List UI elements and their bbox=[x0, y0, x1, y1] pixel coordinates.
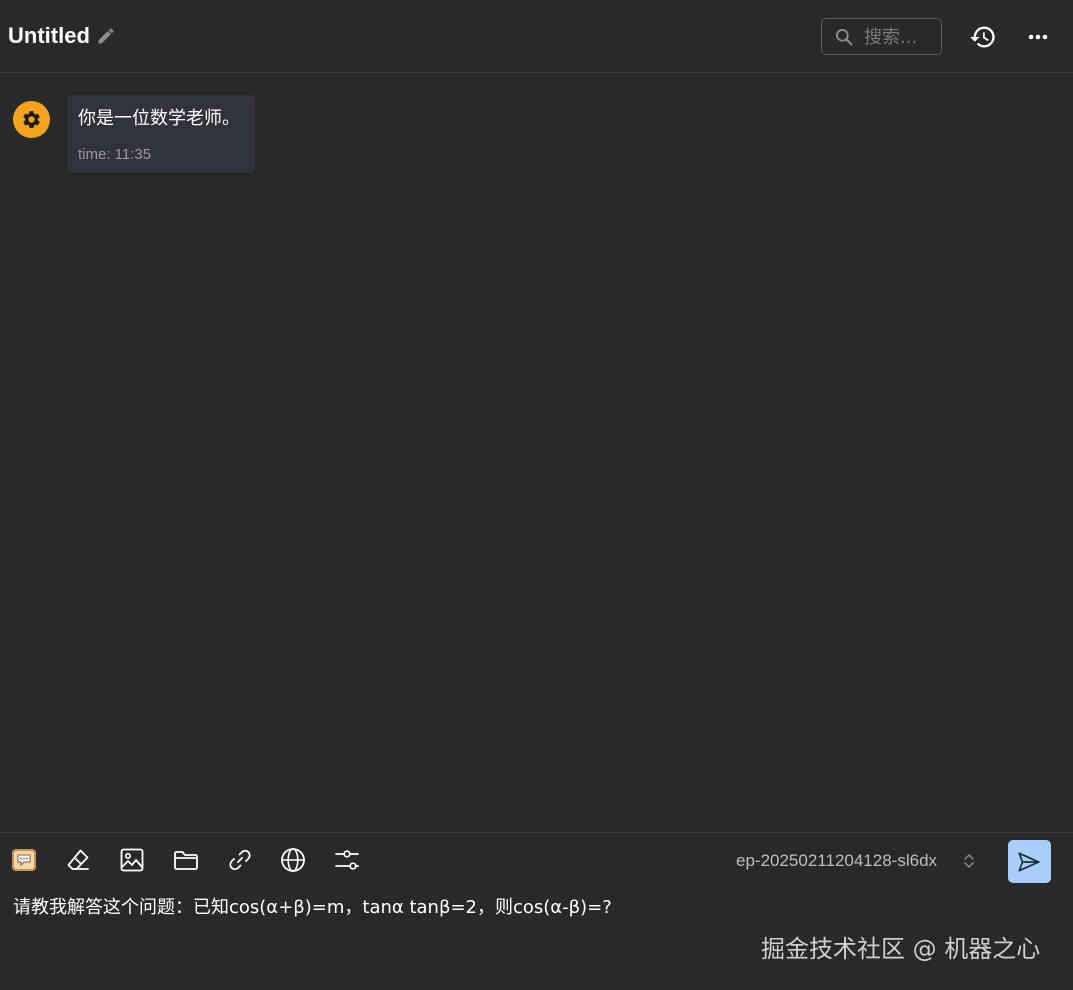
message-timestamp: time: 11:35 bbox=[78, 146, 152, 163]
chat-app: Untitled 你是一位数学老师。 time: 11:35 bbox=[0, 0, 1073, 990]
message-text: 你是一位数学老师。 bbox=[78, 108, 240, 129]
edit-title-icon[interactable] bbox=[96, 26, 116, 46]
message-bubble: 你是一位数学老师。 time: 11:35 bbox=[67, 95, 255, 173]
folder-icon[interactable] bbox=[172, 846, 200, 874]
search-icon bbox=[834, 27, 854, 47]
link-icon[interactable] bbox=[226, 846, 254, 874]
send-icon bbox=[1018, 852, 1040, 872]
eraser-icon[interactable] bbox=[64, 846, 92, 874]
chevron-updown-icon[interactable] bbox=[962, 851, 976, 871]
globe-icon[interactable] bbox=[279, 846, 307, 874]
send-button[interactable] bbox=[1008, 840, 1051, 883]
system-avatar bbox=[13, 101, 50, 138]
image-icon[interactable] bbox=[118, 846, 146, 874]
search-input[interactable] bbox=[864, 24, 938, 50]
gear-icon bbox=[23, 111, 40, 128]
message-input[interactable]: 请教我解答这个问题：已知cos(α+β)=m，tanα tanβ=2，则cos(… bbox=[13, 894, 1053, 922]
header-bar: Untitled bbox=[0, 0, 1073, 73]
settings-sliders-icon[interactable] bbox=[333, 846, 361, 874]
more-options-icon[interactable] bbox=[1024, 23, 1052, 51]
chat-icon[interactable] bbox=[10, 846, 38, 874]
page-title: Untitled bbox=[8, 23, 90, 48]
model-select[interactable]: ep-20250211204128-sl6dx bbox=[736, 850, 937, 872]
search-box[interactable] bbox=[821, 18, 942, 55]
watermark-text: 掘金技术社区 @ 机器之心 bbox=[761, 935, 1041, 963]
history-icon[interactable] bbox=[969, 23, 997, 51]
